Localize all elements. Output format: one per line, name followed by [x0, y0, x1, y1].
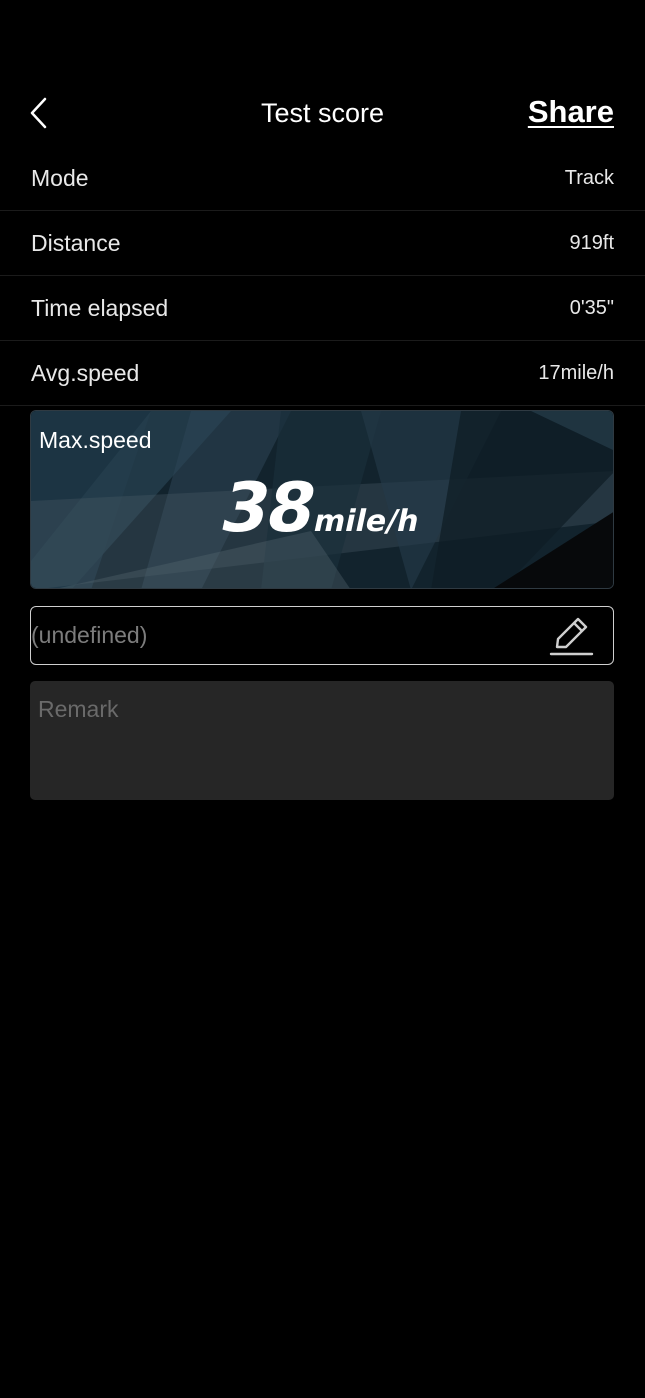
stat-label: Time elapsed: [31, 294, 169, 321]
max-speed-readout: 38mile/h: [31, 469, 613, 548]
pencil-icon: [549, 617, 594, 656]
stat-row-time-elapsed: Time elapsed 0'35": [0, 276, 645, 341]
stat-label: Mode: [31, 164, 89, 191]
share-button[interactable]: Share: [528, 94, 614, 130]
stat-value: 17mile/h: [538, 361, 614, 384]
remark-placeholder: Remark: [38, 696, 119, 722]
stat-value: 919ft: [569, 231, 614, 254]
stat-label: Distance: [31, 229, 121, 256]
stat-value: 0'35": [569, 296, 614, 319]
max-speed-card: Max.speed 38mile/h: [30, 410, 614, 589]
edit-button[interactable]: [549, 614, 595, 658]
stat-row-mode: Mode Track: [0, 146, 645, 211]
name-field-value: (undefined): [31, 622, 148, 648]
stat-row-distance: Distance 919ft: [0, 211, 645, 276]
max-speed-label: Max.speed: [39, 427, 152, 453]
max-speed-unit: mile/h: [310, 504, 423, 539]
stats-list: Mode Track Distance 919ft Time elapsed 0…: [0, 146, 645, 406]
stat-label: Avg.speed: [31, 359, 140, 386]
stat-row-avg-speed: Avg.speed 17mile/h: [0, 341, 645, 406]
name-field[interactable]: (undefined): [30, 606, 614, 665]
max-speed-value: 38: [214, 469, 322, 548]
stat-value: Track: [564, 166, 614, 189]
remark-textarea[interactable]: Remark: [30, 681, 614, 800]
app-header: Test score Share: [0, 80, 645, 146]
